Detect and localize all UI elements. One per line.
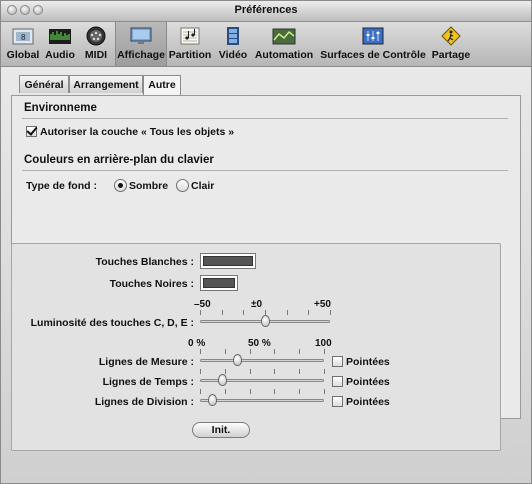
toolbar-item-midi[interactable]: MIDI [79,22,113,66]
global-icon: 8 [12,28,34,45]
lines-scale-mid: 50 % [248,338,271,349]
black-keys-color-well[interactable] [200,275,238,291]
slider-tick [249,369,251,374]
toolbar-item-partition[interactable]: Partition [167,22,213,66]
slider-tick [274,389,276,394]
show-all-objects-label: Autoriser la couche « Tous les objets » [40,126,235,138]
radio-light-label: Clair [191,180,215,192]
division-lines-label: Lignes de Division : [94,396,194,408]
automation-icon [272,28,296,45]
slider-knob[interactable] [261,315,270,327]
tab-other[interactable]: Autre [143,75,181,96]
measure-lines-label: Lignes de Mesure : [98,356,194,368]
environment-section-title: Environneme [24,102,97,114]
slider-tick [224,369,226,374]
toolbar-item-video[interactable]: Vidéo [215,22,251,66]
slider-tick [299,349,301,354]
beat-dotted-label: Pointées [346,376,390,388]
toolbar-item-automation[interactable]: Automation [253,22,315,66]
slider-track [200,359,324,362]
lines-scale-max: 100 [315,338,332,349]
lines-scale-min: 0 % [188,338,206,349]
slider-tick [274,369,276,374]
slider-tick [200,369,201,374]
show-all-objects-checkbox[interactable] [26,126,37,137]
measure-dotted-checkbox[interactable] [332,356,343,367]
division-dotted-checkbox[interactable] [332,396,343,407]
video-icon [227,27,239,45]
reset-button[interactable]: Init. [192,422,250,438]
section-divider [22,118,508,119]
slider-tick [299,389,301,394]
display-icon [130,27,152,44]
slider-tick [221,310,223,315]
brightness-scale-min: –50 [194,299,211,310]
slider-tick [330,310,331,315]
toolbar-item-audio[interactable]: Audio [43,22,77,66]
keyboard-color-settings-box: Touches Blanches : Touches Noires : –50 … [11,243,501,451]
slider-knob[interactable] [208,394,218,406]
toolbar-item-control-surfaces[interactable]: Surfaces de Contrôle [317,22,429,66]
slider-tick [299,369,301,374]
beat-lines-slider[interactable] [200,369,325,386]
white-keys-label: Touches Blanches : [95,256,194,268]
toolbar-item-sharing[interactable]: Partage [431,22,471,66]
keyboard-bg-section-title: Couleurs en arrière-plan du clavier [24,154,214,166]
slider-tick [200,389,201,394]
measure-lines-slider[interactable] [200,349,325,366]
radio-dark-label: Sombre [129,180,169,192]
section-divider [22,170,508,171]
beat-lines-label: Lignes de Temps : [102,376,194,388]
brightness-scale-max: +50 [314,299,331,310]
slider-tick [249,389,251,394]
content-area: Général Arrangement Autre Environneme Au… [1,67,531,483]
slider-tick [324,369,325,374]
division-dotted-label: Pointées [346,396,390,408]
sharing-icon [441,26,461,46]
preferences-toolbar: 8 Global Audio MIDI Affichage Partition … [1,22,531,67]
midi-icon [86,26,106,46]
brightness-slider[interactable] [200,310,331,327]
radio-light[interactable] [176,179,189,192]
slider-tick [249,349,251,354]
slider-track [200,399,324,402]
slider-tick [324,389,325,394]
slider-tick [224,389,226,394]
white-keys-color-well[interactable] [200,253,256,269]
tab-arrangement[interactable]: Arrangement [69,75,143,93]
slider-tick [200,349,201,354]
beat-dotted-checkbox[interactable] [332,376,343,387]
slider-tick [324,349,325,354]
brightness-label: Luminosité des touches C, D, E : [30,317,194,329]
audio-icon [49,29,71,44]
slider-tick [308,310,310,315]
slider-tick [243,310,245,315]
slider-knob[interactable] [218,374,228,386]
brightness-scale-mid: ±0 [251,299,263,310]
tab-general[interactable]: Général [19,75,69,93]
slider-tick [200,310,201,315]
slider-tick [274,349,276,354]
toolbar-item-global[interactable]: 8 Global [5,22,41,66]
window-title: Préférences [234,4,298,16]
title-bar[interactable]: Préférences [1,1,531,22]
slider-tick [286,310,288,315]
control-surfaces-icon [362,27,384,45]
radio-dark[interactable] [114,179,127,192]
background-type-label: Type de fond : [26,180,97,192]
black-keys-label: Touches Noires : [109,278,194,290]
preferences-window: Préférences 8 Global Audio MIDI Affichag… [0,0,532,484]
slider-knob[interactable] [233,354,243,366]
toolbar-item-display[interactable]: Affichage [115,22,167,66]
score-icon [180,27,200,45]
slider-tick [224,349,226,354]
svg-text:8: 8 [21,33,26,42]
measure-dotted-label: Pointées [346,356,390,368]
division-lines-slider[interactable] [200,389,325,406]
